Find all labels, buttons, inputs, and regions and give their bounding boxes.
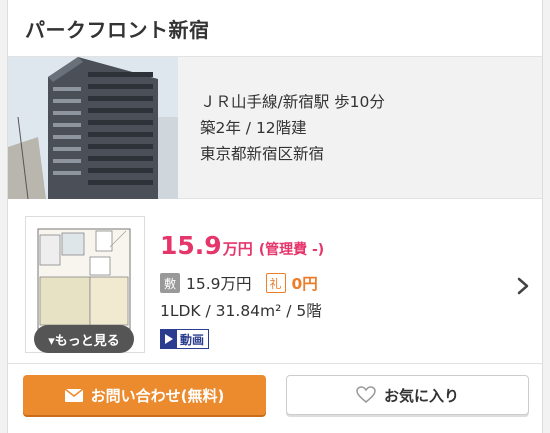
deposit-value: 15.9万円 (186, 275, 252, 293)
favorite-button[interactable]: お気に入り (286, 375, 529, 415)
heart-icon (356, 386, 376, 404)
room-specs: 1LDK / 31.84m² / 5階 (160, 302, 322, 320)
rent-unit: 万円 (222, 240, 253, 258)
property-card: パークフロント新宿 ＪＲ山手線/新宿駅 歩10分 築2年 / 12階建 東京都新… (7, 0, 543, 433)
action-buttons: お問い合わせ(無料) お気に入り (8, 375, 544, 415)
mail-icon (64, 388, 83, 402)
inquiry-button[interactable]: お問い合わせ(無料) (23, 375, 266, 415)
deposit-tag: 敷 (160, 273, 180, 293)
rent-value: 15.9 (160, 231, 222, 260)
building-info: ＪＲ山手線/新宿駅 歩10分 築2年 / 12階建 東京都新宿区新宿 (178, 57, 385, 198)
age-floors-text: 築2年 / 12階建 (200, 119, 307, 137)
inquiry-label: お問い合わせ(無料) (90, 386, 225, 405)
video-label: 動画 (180, 332, 205, 347)
key-money-value: 0円 (291, 275, 318, 293)
room-listing[interactable]: ▾もっと見る 15.9 万円 (管理費 -) 敷 15.9万円 礼 0円 1LD… (8, 199, 542, 364)
building-illustration (8, 57, 178, 199)
key-money-tag: 礼 (265, 273, 286, 293)
access-text: ＪＲ山手線/新宿駅 歩10分 (200, 93, 385, 111)
management-fee: (管理費 -) (258, 242, 325, 258)
building-photo[interactable] (8, 57, 178, 199)
chevron-right-icon[interactable] (516, 277, 530, 295)
rent-row: 15.9 万円 (管理費 -) (160, 231, 324, 260)
property-title[interactable]: パークフロント新宿 (25, 14, 210, 43)
video-badge[interactable]: 動画 (160, 329, 210, 349)
property-header[interactable]: パークフロント新宿 (8, 0, 542, 57)
more-button[interactable]: ▾もっと見る (34, 325, 134, 353)
fee-row: 敷 15.9万円 礼 0円 (160, 272, 318, 294)
favorite-label: お気に入り (383, 386, 459, 405)
building-section[interactable]: ＪＲ山手線/新宿駅 歩10分 築2年 / 12階建 東京都新宿区新宿 (8, 57, 542, 199)
play-icon (161, 330, 177, 348)
address-text: 東京都新宿区新宿 (200, 145, 325, 163)
